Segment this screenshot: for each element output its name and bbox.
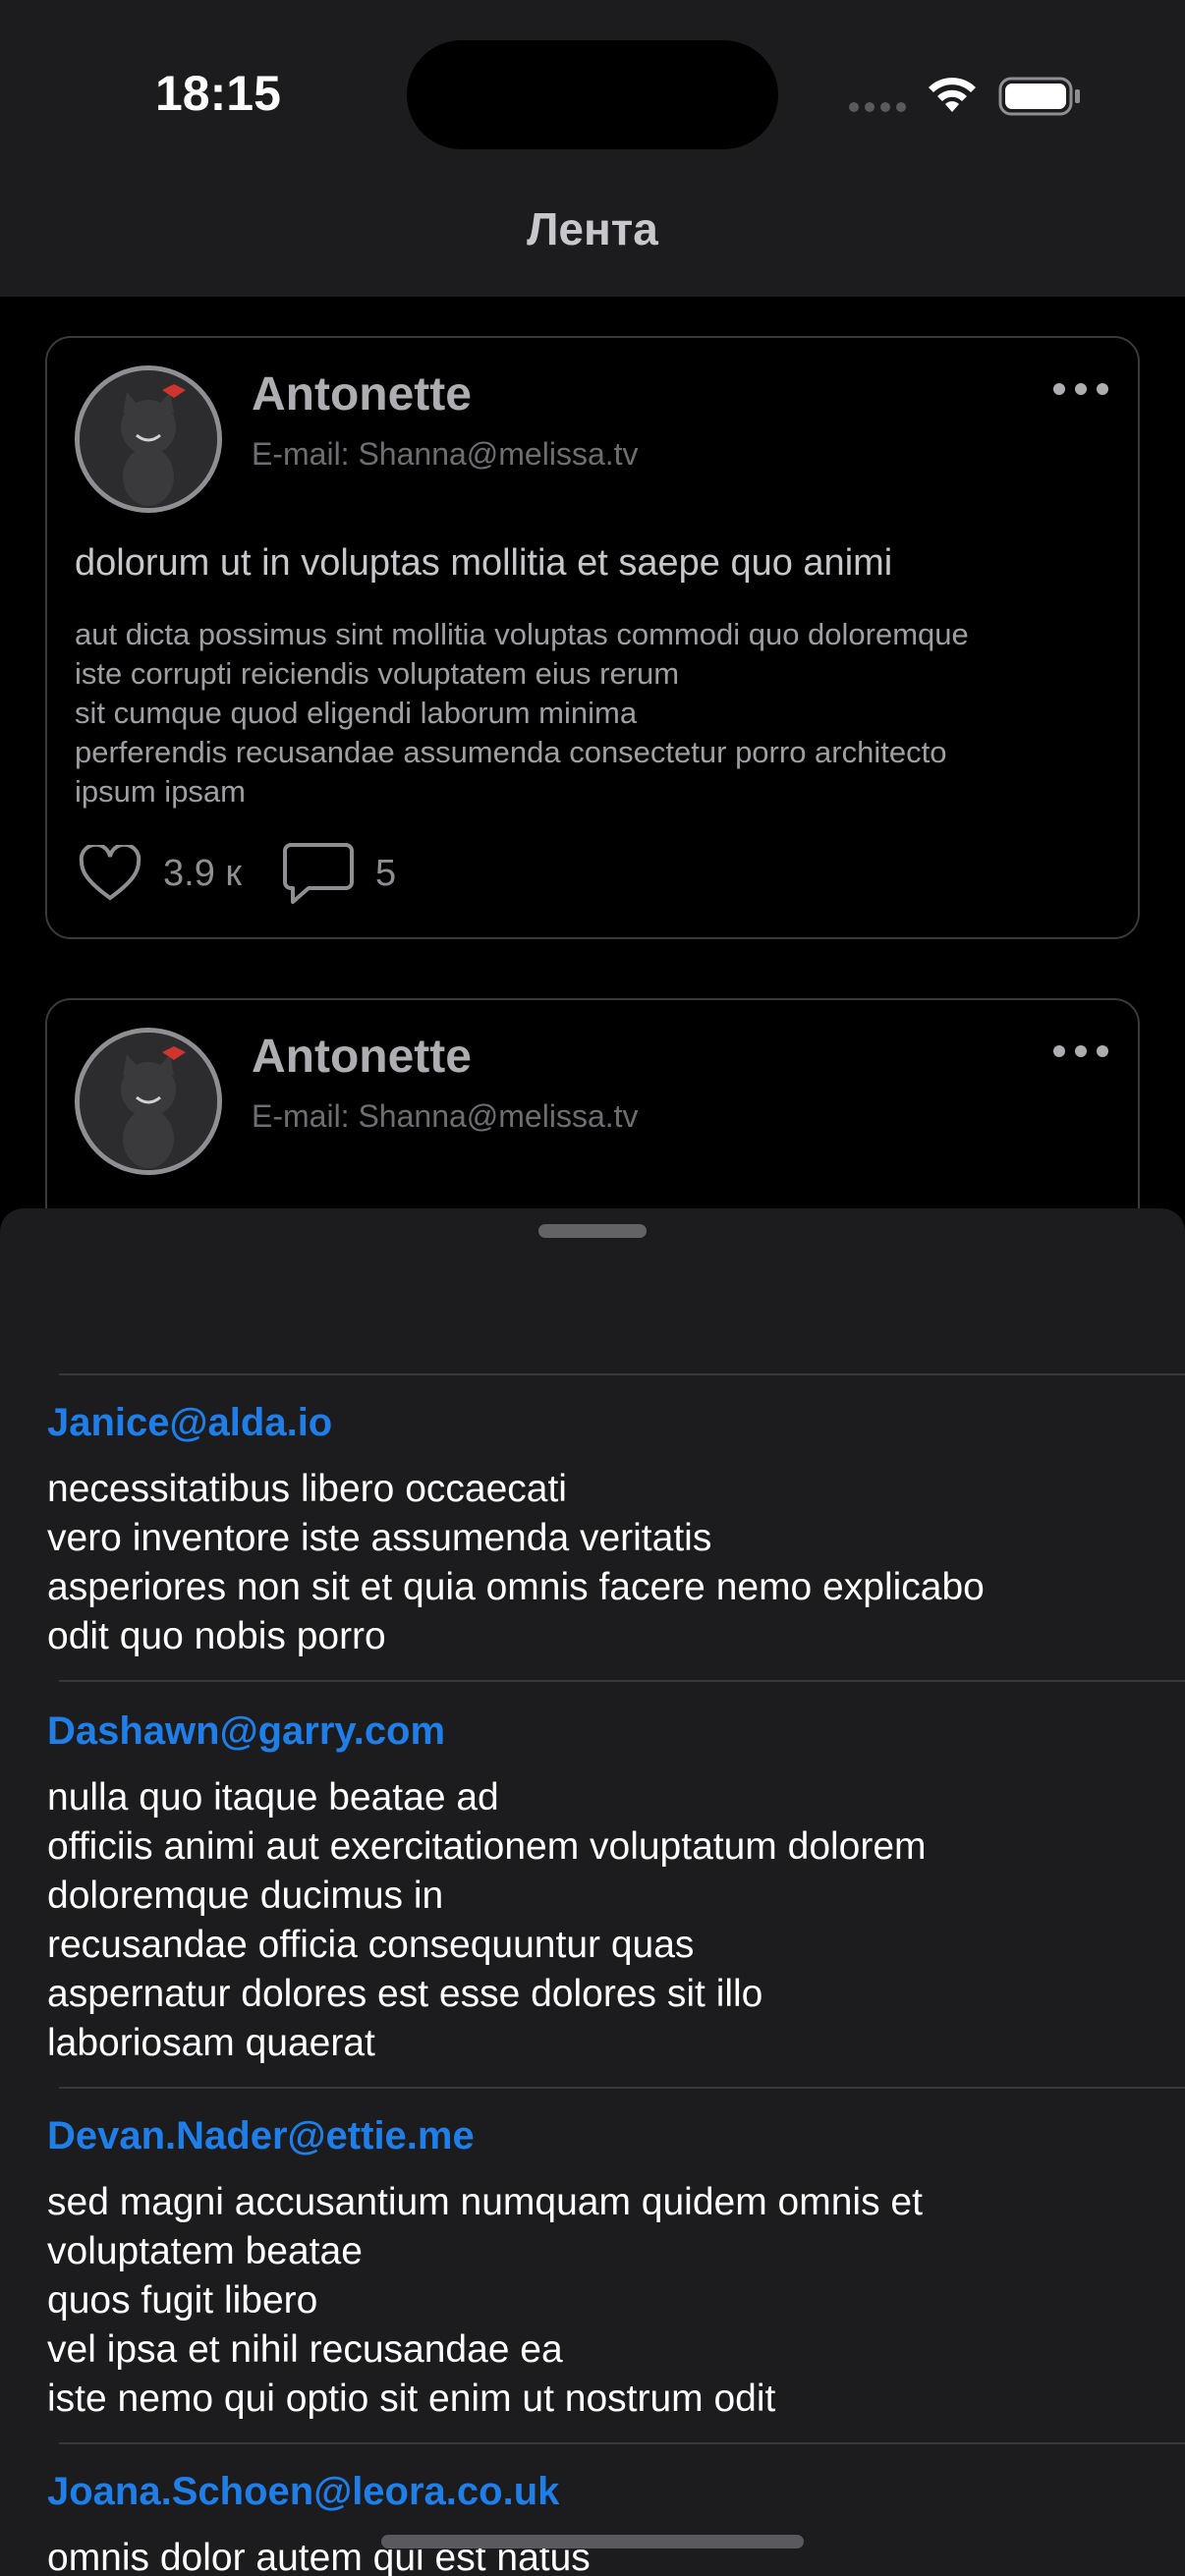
comment-item: Devan.Nader@ettie.me sed magni accusanti…	[47, 2114, 1138, 2424]
post-author[interactable]: Antonette	[252, 1030, 472, 1084]
comment-email[interactable]: Devan.Nader@ettie.me	[47, 2114, 1138, 2158]
cat-avatar-image	[80, 1033, 217, 1170]
comment-body: necessitatibus libero occaecati vero inv…	[47, 1468, 985, 1657]
battery-icon	[998, 77, 1080, 116]
comment-item: Joana.Schoen@leora.co.uk omnis dolor aut…	[47, 2470, 1138, 2576]
divider	[59, 2087, 1185, 2089]
post-author-email: E-mail: Shanna@melissa.tv	[252, 1098, 639, 1134]
comments-sheet[interactable]: Janice@alda.io necessitatibus libero occ…	[0, 1208, 1185, 2576]
more-options-icon[interactable]	[1053, 1045, 1108, 1057]
comment-item: Dashawn@garry.com nulla quo itaque beata…	[47, 1709, 1138, 2068]
comment-body: nulla quo itaque beatae ad officiis anim…	[47, 1776, 927, 2064]
post-card[interactable]: Antonette E-mail: Shanna@melissa.tv dolo…	[45, 336, 1140, 939]
status-time: 18:15	[155, 66, 281, 121]
comment-email[interactable]: Joana.Schoen@leora.co.uk	[47, 2470, 1138, 2514]
post-body: aut dicta possimus sint mollitia volupta…	[75, 617, 969, 809]
comment-email[interactable]: Janice@alda.io	[47, 1401, 1138, 1445]
dynamic-island	[407, 40, 778, 149]
divider	[59, 1373, 1185, 1375]
comment-icon[interactable]	[283, 841, 355, 906]
comment-count: 5	[375, 852, 397, 894]
like-count: 3.9 к	[163, 852, 243, 894]
post-title: dolorum ut in voluptas mollitia et saepe…	[75, 542, 893, 584]
feed-list[interactable]: Antonette E-mail: Shanna@melissa.tv dolo…	[0, 297, 1185, 1210]
wifi-icon	[929, 78, 976, 112]
post-author-email: E-mail: Shanna@melissa.tv	[252, 436, 639, 472]
divider	[59, 1680, 1185, 1682]
more-options-icon[interactable]	[1053, 383, 1108, 395]
heart-icon[interactable]	[79, 845, 141, 902]
divider	[59, 2442, 1185, 2444]
post-actions: 3.9 к 5	[79, 841, 437, 906]
comment-email[interactable]: Dashawn@garry.com	[47, 1709, 1138, 1754]
cat-avatar-image	[80, 370, 217, 508]
post-card[interactable]: Antonette E-mail: Shanna@melissa.tv	[45, 998, 1140, 1210]
top-bar: 18:15 Лента	[0, 0, 1185, 297]
comment-body: sed magni accusantium numquam quidem omn…	[47, 2181, 923, 2420]
avatar[interactable]	[75, 1028, 222, 1175]
comment-item: Janice@alda.io necessitatibus libero occ…	[47, 1401, 1138, 1661]
page-title: Лента	[527, 203, 658, 254]
avatar[interactable]	[75, 365, 222, 513]
cellular-signal-icon	[849, 102, 906, 112]
post-author[interactable]: Antonette	[252, 367, 472, 421]
home-indicator[interactable]	[381, 2535, 804, 2548]
sheet-grabber[interactable]	[538, 1224, 647, 1238]
